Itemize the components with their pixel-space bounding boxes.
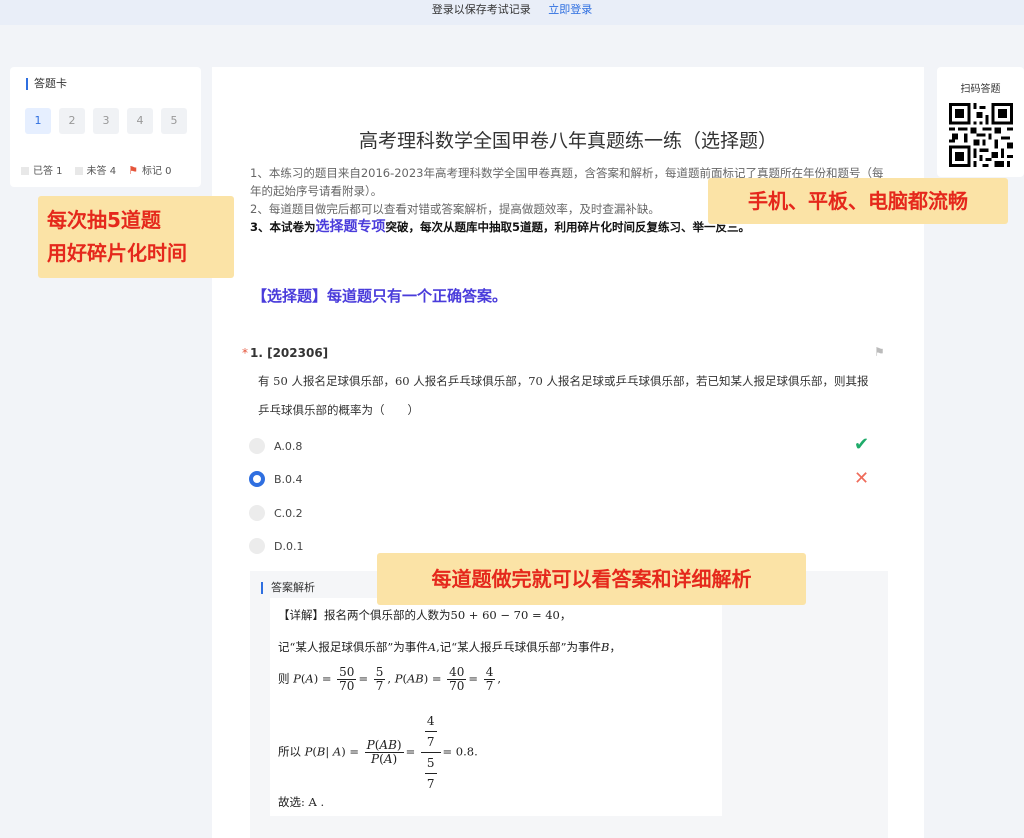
top-login-bar: 登录以保存考试记录 立即登录: [0, 0, 1024, 25]
analysis-title: 答案解析: [261, 582, 315, 594]
answered-square-icon: [21, 167, 29, 175]
cross-icon: ✕: [854, 468, 870, 489]
flag-icon: ⚑: [128, 164, 138, 177]
unanswered-square-icon: [74, 167, 83, 175]
analysis-line-3: 则 P(A) = 50 70 = 57, P(AB) = 40 70 = 47,: [278, 665, 502, 693]
login-prompt: 登录以保存考试记录: [431, 3, 531, 16]
option-d[interactable]: D.0.1: [249, 538, 303, 554]
check-icon: ✔: [854, 434, 870, 455]
legend-unanswered: 未答 4: [74, 162, 116, 177]
answer-card-legend: 已答 1 未答 4 ⚑ 标记 0: [21, 162, 172, 177]
promo-banner-bottom: 每道题做完就可以看答案和详细解析: [377, 553, 806, 605]
question-number-3[interactable]: 3: [93, 108, 119, 134]
question-number-list: 1 2 3 4 5: [25, 108, 187, 134]
question-number-4[interactable]: 4: [127, 108, 153, 134]
radio-c[interactable]: [249, 505, 265, 521]
radio-d[interactable]: [249, 538, 265, 554]
analysis-content: 【详解】报名两个俱乐部的人数为50 + 60 − 70 = 40， 记“某人报足…: [270, 598, 722, 816]
page-title: 高考理科数学全国甲卷八年真题练一练（选择题）: [358, 130, 777, 152]
intro-highlight: 选择题专项: [315, 219, 386, 235]
question-number-1[interactable]: 1: [25, 108, 51, 134]
analysis-line-1: 【详解】报名两个俱乐部的人数为50 + 60 − 70 = 40，: [278, 608, 572, 622]
required-mark: *: [242, 346, 248, 360]
question-text: 有 50 人报名足球俱乐部，60 人报名乒乓球俱乐部，70 人报名足球或乒乓球俱…: [258, 374, 869, 417]
qr-title: 扫码答题: [960, 84, 1001, 95]
answer-card-title: 答题卡: [26, 78, 67, 90]
legend-flagged: ⚑ 标记 0: [128, 164, 172, 177]
option-c[interactable]: C.0.2: [249, 505, 303, 521]
answer-card: 答题卡 1 2 3 4 5 已答 1 未答 4 ⚑ 标记 0: [10, 67, 201, 187]
flag-icon[interactable]: ⚑: [874, 345, 885, 359]
question-number-5[interactable]: 5: [161, 108, 187, 134]
option-a[interactable]: A.0.8: [249, 438, 302, 454]
legend-answered: 已答 1: [21, 162, 63, 177]
question-title: * 1. [202306]: [242, 346, 329, 360]
analysis-line-4: 所以 P(B| A) = P(AB) P(A) = 4 7 5 7 = 0.8.: [278, 711, 478, 794]
qr-panel: 扫码答题: [937, 67, 1024, 177]
radio-b[interactable]: [249, 471, 265, 487]
promo-banner-left: 每次抽5道题 用好碎片化时间: [38, 196, 234, 278]
question-number-2[interactable]: 2: [59, 108, 85, 134]
qr-code-icon: [949, 103, 1013, 167]
login-link[interactable]: 立即登录: [548, 3, 592, 16]
analysis-conclusion: 故选: A .: [278, 795, 325, 809]
promo-banner-right: 手机、平板、电脑都流畅: [708, 178, 1008, 224]
analysis-line-2: 记“某人报足球俱乐部”为事件A,记“某人报乒乓球俱乐部”为事件B，: [278, 640, 621, 654]
section-title: 【选择题】每道题只有一个正确答案。: [252, 287, 508, 305]
radio-a[interactable]: [249, 438, 265, 454]
answer-analysis: 答案解析 【详解】报名两个俱乐部的人数为50 + 60 − 70 = 40， 记…: [250, 571, 888, 838]
option-b[interactable]: B.0.4: [249, 471, 303, 487]
